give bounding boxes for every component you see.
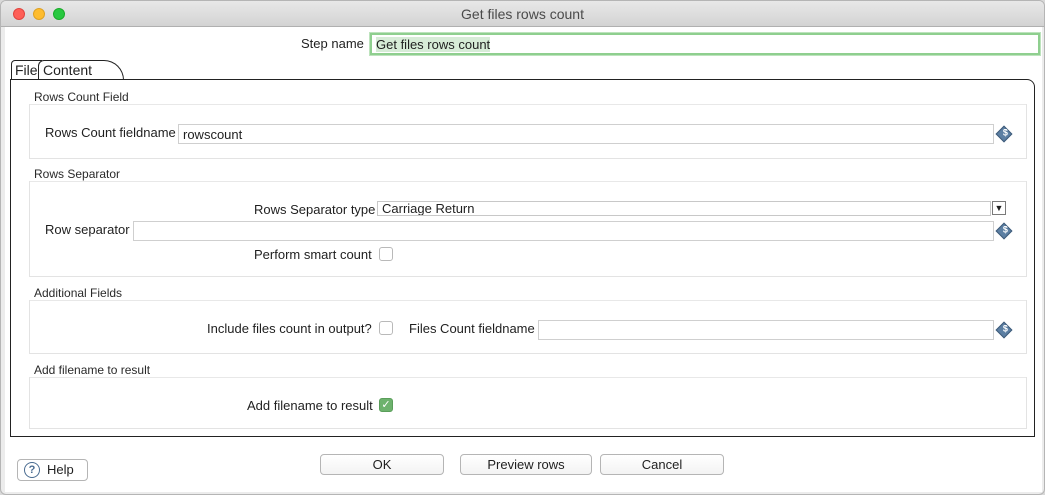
- title-bar: Get files rows count: [1, 1, 1044, 27]
- include-files-count-label: Include files count in output?: [207, 321, 372, 336]
- perform-smart-count-label: Perform smart count: [254, 247, 372, 262]
- additional-fields-group-title: Additional Fields: [34, 286, 123, 300]
- preview-rows-button[interactable]: Preview rows: [460, 454, 592, 475]
- ok-button[interactable]: OK: [320, 454, 444, 475]
- add-filename-group: [29, 377, 1027, 429]
- cancel-button[interactable]: Cancel: [600, 454, 724, 475]
- add-filename-group-title: Add filename to result: [34, 363, 151, 377]
- tab-file[interactable]: File: [11, 60, 42, 80]
- step-name-value: Get files rows count: [376, 37, 491, 52]
- rows-separator-group-title: Rows Separator: [34, 167, 121, 181]
- help-button[interactable]: ? Help: [17, 459, 88, 481]
- add-filename-checkbox[interactable]: ✓: [379, 398, 393, 412]
- step-name-label: Step name: [301, 36, 364, 51]
- checkmark-icon: ✓: [381, 399, 391, 411]
- help-icon: ?: [24, 462, 40, 478]
- row-separator-input[interactable]: [133, 221, 994, 241]
- add-filename-label: Add filename to result: [247, 398, 373, 413]
- rows-count-fieldname-label: Rows Count fieldname: [45, 125, 176, 140]
- window-title: Get files rows count: [461, 6, 584, 22]
- files-count-fieldname-label: Files Count fieldname: [409, 321, 535, 336]
- rows-separator-type-select[interactable]: Carriage Return: [377, 201, 991, 216]
- dialog-content: Step name Get files rows count File Cont…: [5, 27, 1042, 492]
- dialog-window: Get files rows count Step name Get files…: [0, 0, 1045, 495]
- row-separator-label: Row separator: [45, 222, 130, 237]
- rows-count-fieldname-input[interactable]: rowscount: [178, 124, 994, 144]
- help-button-label: Help: [47, 462, 74, 477]
- rows-count-field-group-title: Rows Count Field: [34, 90, 129, 104]
- files-count-fieldname-input[interactable]: [538, 320, 994, 340]
- tab-content[interactable]: Content: [38, 60, 124, 80]
- step-name-input[interactable]: Get files rows count: [370, 33, 1040, 55]
- rows-separator-type-label: Rows Separator type: [254, 202, 376, 217]
- include-files-count-checkbox[interactable]: [379, 321, 393, 335]
- content-tab-panel: Rows Count Field Rows Count fieldname ro…: [10, 79, 1035, 437]
- chevron-down-icon[interactable]: ▼: [992, 201, 1006, 215]
- perform-smart-count-checkbox[interactable]: [379, 247, 393, 261]
